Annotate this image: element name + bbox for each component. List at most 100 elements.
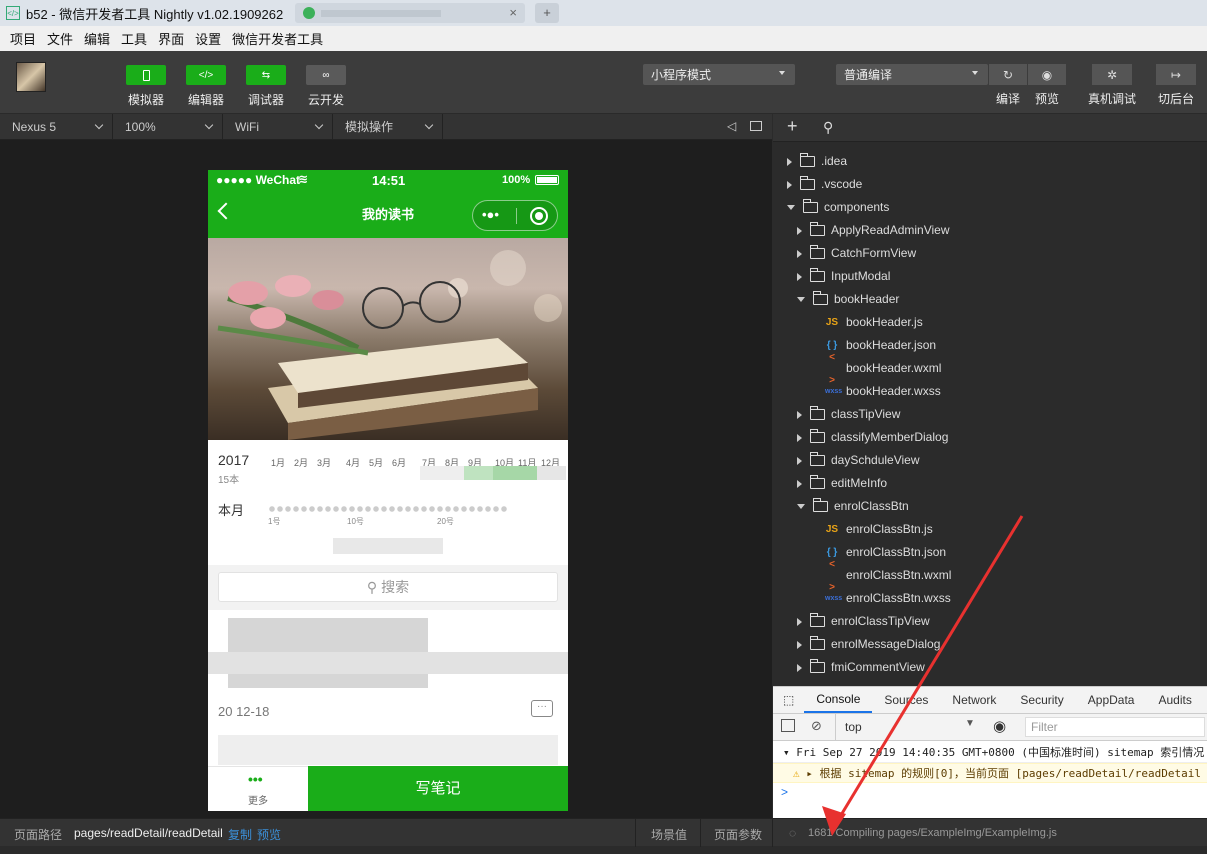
tree-folder[interactable]: InputModal [797, 265, 890, 288]
chevron-right-icon[interactable] [797, 663, 802, 672]
tab-sources[interactable]: Sources [872, 693, 940, 707]
chevron-down-icon[interactable] [797, 297, 805, 302]
sidebar-toggle-icon[interactable] [781, 719, 795, 732]
chevron-right-icon[interactable] [797, 617, 802, 626]
preview-link[interactable]: 预览 [257, 826, 281, 843]
mode-select[interactable]: 小程序模式 [643, 64, 795, 85]
tree-folder[interactable]: .vscode [787, 173, 862, 196]
menu-view[interactable]: 界面 [158, 29, 184, 48]
search-icon[interactable]: ⚲ [823, 119, 833, 136]
tree-folder[interactable]: components [787, 196, 889, 219]
search-input[interactable]: ⚲ 搜索 [218, 572, 558, 602]
tree-file[interactable]: JS enrolClassBtn.js [825, 518, 933, 541]
tree-folder[interactable]: fmiCommentView [797, 656, 925, 679]
copy-link[interactable]: 复制 [228, 826, 252, 843]
scene-value-button[interactable]: 场景值 [651, 826, 687, 843]
close-miniprogram-icon[interactable] [530, 207, 548, 225]
file-tree-toolbar: + ⚲ [773, 114, 1207, 142]
background-button[interactable]: ↦ 切后台 [1155, 64, 1197, 107]
editor-button[interactable]: </> 编辑器 [185, 65, 227, 108]
tree-file[interactable]: < > enrolClassBtn.wxml [825, 559, 951, 593]
preview-button[interactable]: ◉ 预览 [1028, 64, 1066, 107]
menu-wechat-devtools[interactable]: 微信开发者工具 [232, 29, 323, 48]
tab-security[interactable]: Security [1008, 693, 1075, 707]
note-card[interactable]: 20 12-18 ··· [208, 610, 568, 766]
network-select[interactable]: WiFi [223, 113, 333, 140]
menu-project[interactable]: 项目 [10, 29, 36, 48]
inspect-icon[interactable]: ⬚ [773, 693, 804, 707]
compile-select[interactable]: 普通编译 [836, 64, 988, 85]
eye-icon[interactable]: ◉ [993, 717, 1006, 735]
tree-folder[interactable]: .idea [787, 150, 847, 173]
chevron-right-icon[interactable] [797, 226, 802, 235]
simulator-button[interactable]: 模拟器 [125, 65, 167, 108]
remote-debug-button[interactable]: ✲ 真机调试 [1088, 64, 1136, 107]
tab-audits[interactable]: Audits [1146, 693, 1203, 707]
chevron-right-icon[interactable] [797, 249, 802, 258]
context-select[interactable]: top [845, 720, 862, 734]
more-icon[interactable]: ••• [248, 771, 263, 787]
menu-edit[interactable]: 编辑 [84, 29, 110, 48]
chevron-down-icon[interactable] [797, 504, 805, 509]
tree-folder[interactable]: enrolClassBtn [797, 495, 909, 518]
chevron-right-icon[interactable] [797, 456, 802, 465]
calendar-year: 2017 [218, 452, 250, 468]
blurred-note-footer [218, 735, 558, 765]
chevron-right-icon[interactable] [797, 640, 802, 649]
chevron-right-icon[interactable] [787, 157, 792, 166]
add-icon[interactable]: + [787, 116, 798, 137]
expand-icon[interactable]: ▾ [783, 746, 796, 759]
tree-folder[interactable]: editMeInfo [797, 472, 887, 495]
tree-file[interactable]: { } bookHeader.json [825, 334, 936, 357]
tab-network[interactable]: Network [940, 693, 1008, 707]
expand-icon[interactable]: ▸ [806, 767, 819, 780]
simulate-ops-select[interactable]: 模拟操作 [333, 113, 443, 140]
tree-folder[interactable]: enrolClassTipView [797, 610, 930, 633]
tree-file[interactable]: wxss bookHeader.wxss [825, 380, 941, 403]
avatar[interactable] [16, 62, 46, 92]
more-dots-icon[interactable]: •●• [482, 207, 499, 222]
window-tab[interactable]: × [295, 3, 525, 23]
tree-folder[interactable]: CatchFormView [797, 242, 916, 265]
chevron-right-icon[interactable] [787, 180, 792, 189]
chevron-down-icon[interactable] [787, 205, 795, 210]
clear-console-icon[interactable]: ⊘ [811, 718, 822, 734]
tree-folder[interactable]: bookHeader [797, 288, 899, 311]
tree-item-label: editMeInfo [831, 476, 888, 490]
tab-console[interactable]: Console [804, 687, 873, 713]
chevron-right-icon[interactable] [797, 410, 802, 419]
filter-input[interactable]: Filter [1025, 717, 1205, 737]
zoom-select[interactable]: 100% [113, 113, 223, 140]
menu-file[interactable]: 文件 [47, 29, 73, 48]
tree-file[interactable]: { } enrolClassBtn.json [825, 541, 946, 564]
chevron-right-icon[interactable] [797, 272, 802, 281]
cloud-button[interactable]: ∞ 云开发 [305, 65, 347, 108]
more-label[interactable]: 更多 [248, 792, 268, 807]
popout-icon[interactable] [750, 121, 762, 131]
debugger-button[interactable]: ⇆ 调试器 [245, 65, 287, 108]
tree-folder[interactable]: ApplyReadAdminView [797, 219, 950, 242]
tree-file[interactable]: wxss enrolClassBtn.wxss [825, 587, 951, 610]
tree-file[interactable]: < > bookHeader.wxml [825, 352, 941, 386]
tree-file[interactable]: JS bookHeader.js [825, 311, 923, 334]
menu-settings[interactable]: 设置 [195, 29, 221, 48]
new-tab-button[interactable]: + [535, 3, 559, 23]
menu-tools[interactable]: 工具 [121, 29, 147, 48]
write-note-button[interactable]: 写笔记 [308, 766, 568, 811]
tree-folder[interactable]: enrolMessageDialog [797, 633, 940, 656]
page-params-button[interactable]: 页面参数 [714, 826, 762, 843]
context-dropdown-icon[interactable]: ▼ [965, 718, 975, 729]
chevron-right-icon[interactable] [797, 479, 802, 488]
tree-folder[interactable]: daySchduleView [797, 449, 920, 472]
tab-appdata[interactable]: AppData [1076, 693, 1147, 707]
comment-icon[interactable]: ··· [531, 700, 553, 717]
chevron-right-icon[interactable] [797, 433, 802, 442]
close-tab-icon[interactable]: × [509, 5, 517, 20]
tree-folder[interactable]: classifyMemberDialog [797, 426, 948, 449]
device-select[interactable]: Nexus 5 [0, 113, 113, 140]
wxss-file-icon: wxss [825, 595, 843, 602]
sound-icon[interactable]: ◁ [727, 119, 736, 133]
tree-folder[interactable]: classTipView [797, 403, 900, 426]
console-prompt[interactable]: > [781, 785, 788, 799]
compile-button[interactable]: ↻ 编译 [989, 64, 1027, 107]
